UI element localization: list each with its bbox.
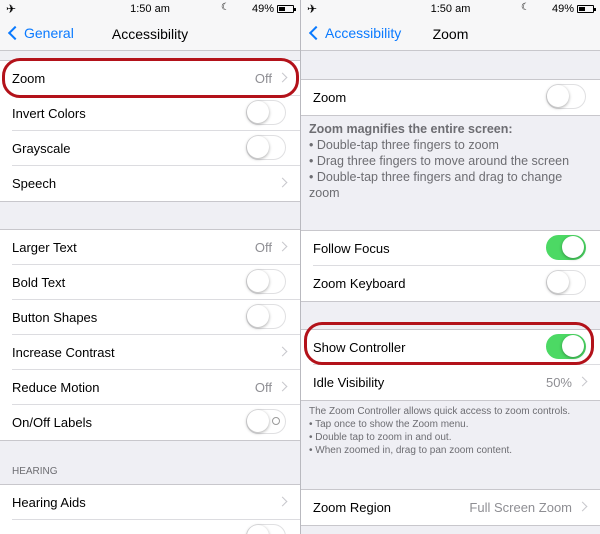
accessibility-screen: ✈ 1:50 am ☾ 49% General Accessibility Zo… bbox=[0, 0, 300, 534]
toggle-knob bbox=[247, 101, 269, 123]
row-label: Invert Colors bbox=[12, 106, 86, 121]
chevron-right-icon bbox=[577, 376, 588, 387]
row-larger-text[interactable]: Larger Text Off bbox=[0, 230, 300, 265]
row-button-shapes: Button Shapes bbox=[0, 300, 300, 335]
hearing-header: HEARING bbox=[12, 466, 58, 477]
row-label: Grayscale bbox=[12, 141, 71, 156]
moon-icon: ☾ bbox=[221, 2, 230, 13]
row-label: Zoom Region bbox=[313, 500, 392, 515]
row-follow-focus: Follow Focus bbox=[301, 231, 600, 266]
bold-text-toggle[interactable] bbox=[246, 269, 286, 294]
chevron-right-icon bbox=[277, 177, 288, 188]
zoom-toggle[interactable] bbox=[546, 84, 586, 109]
row-label: Speech bbox=[12, 176, 57, 191]
grayscale-toggle[interactable] bbox=[246, 135, 286, 160]
zoom-description-line: • Double-tap three fingers and drag to c… bbox=[309, 170, 563, 200]
row-grayscale: Grayscale bbox=[0, 131, 300, 166]
zoom-screen: ✈ 1:50 am ☾ 49% Accessibility Zoom Zoom … bbox=[301, 0, 600, 534]
row-reduce-motion[interactable]: Reduce Motion Off bbox=[0, 370, 300, 405]
row-speech[interactable]: Speech bbox=[0, 166, 300, 201]
row-label: Zoom Keyboard bbox=[313, 276, 406, 291]
toggle-knob bbox=[247, 525, 269, 534]
row-partial bbox=[0, 520, 300, 534]
row-bold-text: Bold Text bbox=[0, 265, 300, 300]
toggle-knob bbox=[247, 305, 269, 327]
button-shapes-toggle[interactable] bbox=[246, 304, 286, 329]
row-label: Idle Visibility bbox=[313, 375, 385, 390]
row-zoom-keyboard: Zoom Keyboard bbox=[301, 266, 600, 301]
off-label-icon bbox=[272, 417, 280, 425]
battery-percent: 49% bbox=[551, 3, 574, 15]
row-value: 50% bbox=[545, 375, 572, 390]
follow-focus-toggle[interactable] bbox=[546, 235, 586, 260]
row-label: Button Shapes bbox=[12, 310, 98, 325]
row-label: Reduce Motion bbox=[12, 380, 100, 395]
zoom-description-line: • Double-tap three fingers to zoom bbox=[309, 138, 499, 152]
controller-note-line: • Double tap to zoom in and out. bbox=[309, 432, 452, 443]
battery-icon bbox=[277, 5, 296, 13]
region-group: Zoom Region Full Screen Zoom bbox=[301, 489, 600, 526]
row-zoom-toggle: Zoom bbox=[301, 80, 600, 115]
toggle-knob bbox=[547, 85, 569, 107]
row-label: Zoom bbox=[313, 90, 347, 105]
zoom-keyboard-toggle[interactable] bbox=[546, 270, 586, 295]
zoom-highlight-ring bbox=[2, 58, 299, 98]
row-onoff-labels: On/Off Labels bbox=[0, 405, 300, 440]
row-label: Follow Focus bbox=[313, 241, 390, 256]
page-title: Zoom bbox=[432, 26, 469, 42]
row-label: Hearing Aids bbox=[12, 495, 86, 510]
battery-percent: 49% bbox=[251, 3, 274, 15]
zoom-group: Zoom bbox=[301, 79, 600, 116]
row-hearing-aids[interactable]: Hearing Aids bbox=[0, 485, 300, 520]
row-label: Increase Contrast bbox=[12, 345, 115, 360]
row-idle-visibility[interactable]: Idle Visibility 50% bbox=[301, 365, 600, 400]
row-value: Off bbox=[254, 240, 272, 255]
row-label: On/Off Labels bbox=[12, 415, 92, 430]
battery-icon bbox=[577, 5, 596, 13]
chevron-right-icon bbox=[277, 346, 288, 357]
chevron-right-icon bbox=[277, 496, 288, 507]
zoom-description-title: Zoom magnifies the entire screen: bbox=[309, 122, 513, 136]
status-bar: ✈ 1:50 am ☾ 49% bbox=[301, 0, 600, 18]
row-invert-colors: Invert Colors bbox=[0, 96, 300, 131]
chevron-right-icon bbox=[577, 501, 588, 512]
zoom-description: Zoom magnifies the entire screen: • Doub… bbox=[309, 121, 592, 201]
zoom-description-line: • Drag three fingers to move around the … bbox=[309, 154, 570, 168]
page-title: Accessibility bbox=[111, 26, 189, 42]
toggle-knob bbox=[547, 271, 569, 293]
controller-note-text: The Zoom Controller allows quick access … bbox=[309, 406, 571, 417]
row-value: Full Screen Zoom bbox=[469, 500, 572, 515]
hearing-group: Hearing Aids bbox=[0, 484, 300, 534]
controller-note: The Zoom Controller allows quick access … bbox=[309, 405, 592, 457]
controller-note-line: • When zoomed in, drag to pan zoom conte… bbox=[309, 445, 513, 456]
status-bar: ✈ 1:50 am ☾ 49% bbox=[0, 0, 300, 18]
toggle-knob bbox=[247, 270, 269, 292]
row-zoom-region[interactable]: Zoom Region Full Screen Zoom bbox=[301, 490, 600, 525]
controller-note-line: • Tap once to show the Zoom menu. bbox=[309, 419, 469, 430]
row-label: Bold Text bbox=[12, 275, 66, 290]
toggle-knob bbox=[562, 236, 584, 258]
toggle-knob bbox=[247, 136, 269, 158]
moon-icon: ☾ bbox=[521, 2, 530, 13]
row-label: Larger Text bbox=[12, 240, 77, 255]
focus-group: Follow Focus Zoom Keyboard bbox=[301, 230, 600, 302]
show-controller-highlight-ring bbox=[304, 322, 594, 365]
chevron-right-icon bbox=[277, 241, 288, 252]
invert-colors-toggle[interactable] bbox=[246, 100, 286, 125]
toggle-knob bbox=[247, 410, 269, 432]
text-group: Larger Text Off Bold Text Button Shapes … bbox=[0, 229, 300, 441]
chevron-right-icon bbox=[277, 381, 288, 392]
onoff-labels-toggle[interactable] bbox=[246, 409, 286, 434]
row-value: Off bbox=[254, 380, 272, 395]
row-increase-contrast[interactable]: Increase Contrast bbox=[0, 335, 300, 370]
nav-bar: General Accessibility bbox=[0, 18, 300, 51]
nav-bar: Accessibility Zoom bbox=[301, 18, 600, 51]
partial-toggle[interactable] bbox=[246, 524, 286, 534]
